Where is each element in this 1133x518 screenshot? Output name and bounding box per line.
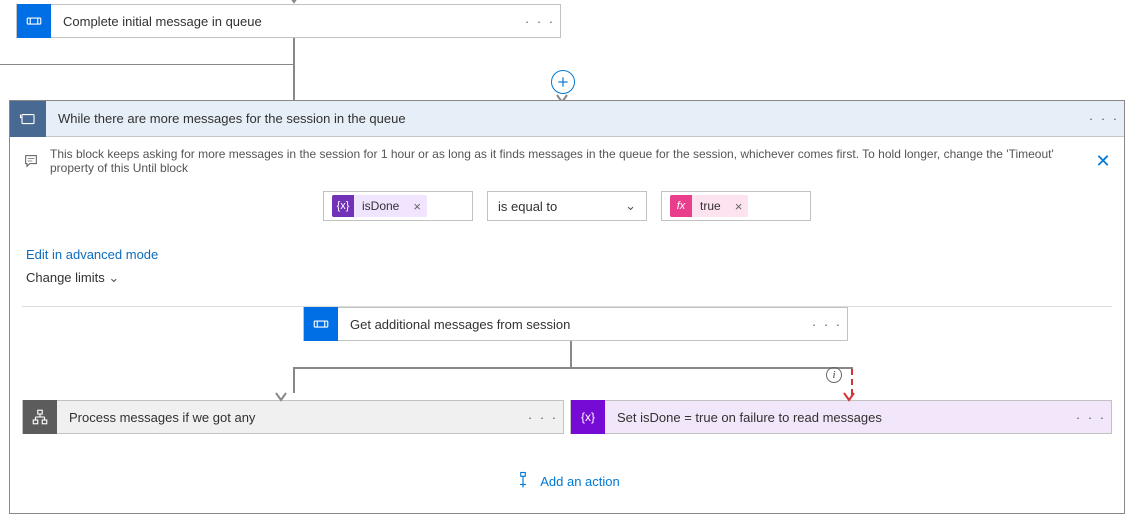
fx-icon: fx [670,195,692,217]
chevron-down-icon: ⌄ [108,270,119,285]
condition-left-operand[interactable]: {x} isDone × [323,191,473,221]
chevron-down-icon: ⌄ [625,198,636,214]
operator-label: is equal to [498,199,557,214]
connector-line [293,38,295,100]
more-icon[interactable]: · · · [523,410,563,425]
more-icon[interactable]: · · · [1084,111,1124,126]
add-step-icon [514,471,532,492]
token-label: true [692,196,729,216]
variable-token[interactable]: {x} isDone × [332,195,427,217]
more-icon[interactable]: · · · [520,14,560,29]
until-loop-icon [10,101,46,137]
info-message-row: This block keeps asking for more message… [10,137,1124,185]
edit-advanced-link[interactable]: Edit in advanced mode [26,247,1108,262]
until-loop-container: While there are more messages for the se… [9,100,1125,514]
variable-icon: {x} [571,400,605,434]
add-action-label: Add an action [540,474,620,489]
condition-right-operand[interactable]: fx true × [661,191,811,221]
connector-line [293,367,295,393]
change-limits-link[interactable]: Change limits ⌄ [26,270,1108,286]
remove-token-icon[interactable]: × [729,199,749,214]
comment-icon [22,153,40,169]
add-step-button[interactable] [551,70,575,94]
action-title: Set isDone = true on failure to read mes… [605,410,1071,425]
action-title: Get additional messages from session [338,317,807,332]
action-process-messages[interactable]: Process messages if we got any · · · [22,400,564,434]
condition-operator-dropdown[interactable]: is equal to ⌄ [487,191,647,221]
action-title: Complete initial message in queue [51,14,520,29]
condition-icon [23,400,57,434]
connector-line [293,367,853,369]
variable-icon: {x} [332,195,354,217]
action-title: Process messages if we got any [57,410,523,425]
fx-token[interactable]: fx true × [670,195,748,217]
arrowhead-icon [843,390,855,405]
remove-token-icon[interactable]: × [407,199,427,214]
arrowhead-icon [275,390,287,405]
loop-title: While there are more messages for the se… [46,111,1084,126]
condition-expression: {x} isDone × is equal to ⌄ fx true × [10,191,1124,221]
token-label: isDone [354,196,407,216]
close-icon[interactable]: ✕ [1094,151,1112,172]
connector-line [0,64,294,65]
until-loop-header[interactable]: While there are more messages for the se… [10,101,1124,137]
connector-line [570,341,572,368]
more-icon[interactable]: · · · [1071,410,1111,425]
action-get-messages[interactable]: Get additional messages from session · ·… [303,307,848,341]
plus-icon [556,75,570,89]
add-action-button[interactable]: Add an action [10,471,1124,492]
service-bus-icon [17,4,51,38]
info-icon[interactable]: i [826,367,842,383]
info-text: This block keeps asking for more message… [50,147,1084,175]
action-set-isdone[interactable]: {x} Set isDone = true on failure to read… [570,400,1112,434]
service-bus-icon [304,307,338,341]
loop-links: Edit in advanced mode Change limits ⌄ [10,231,1124,302]
more-icon[interactable]: · · · [807,317,847,332]
action-complete-message[interactable]: Complete initial message in queue · · · [16,4,561,38]
